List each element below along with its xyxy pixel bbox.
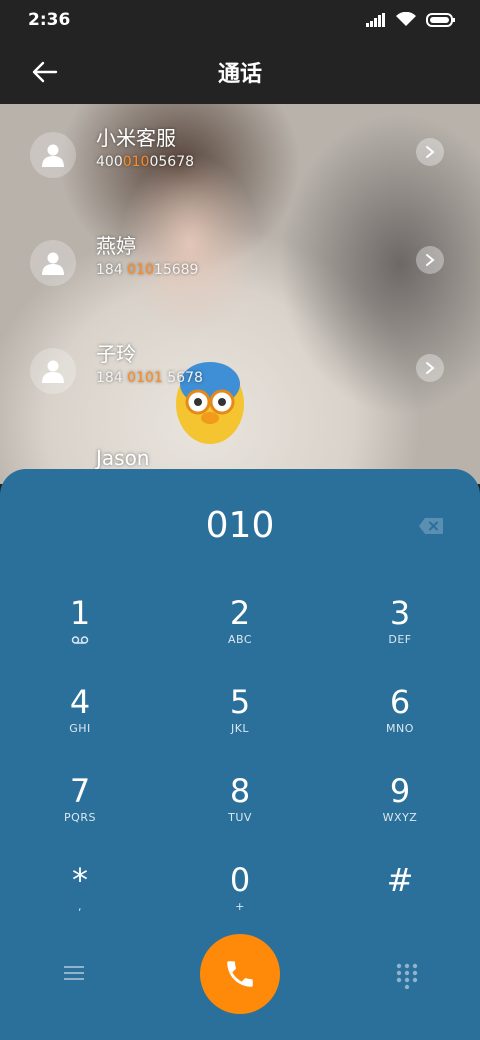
contact-avatar xyxy=(30,348,76,394)
number-match-highlight: 010 xyxy=(127,262,154,278)
chevron-right-icon xyxy=(426,254,435,266)
contact-number: 40001005678 xyxy=(96,154,195,170)
wifi-icon xyxy=(396,12,416,26)
contact-list-item[interactable]: 燕婷 184 01015689 xyxy=(0,222,480,302)
status-icons xyxy=(366,12,456,27)
dialed-number-display: 010 xyxy=(205,505,275,546)
voicemail-icon xyxy=(71,636,89,644)
dial-key-4[interactable]: 4 GHI xyxy=(20,682,140,762)
contact-name: Jason xyxy=(96,446,150,470)
dial-key-hash[interactable]: # xyxy=(340,860,460,940)
dial-key-2[interactable]: 2 ABC xyxy=(180,593,300,673)
backspace-icon[interactable] xyxy=(418,517,444,535)
dial-key-3[interactable]: 3 DEF xyxy=(340,593,460,673)
contact-list-item[interactable]: 子玲 184 0101 5678 xyxy=(0,330,480,410)
contact-name: 小米客服 xyxy=(96,126,176,150)
status-bar: 2:36 xyxy=(0,0,480,40)
dial-key-1[interactable]: 1 xyxy=(20,593,140,673)
contact-avatar xyxy=(30,240,76,286)
dialpad-panel: 010 1 2 ABC 3 DEF 4 GHI 5 JKL 6 MNO 7 PQRS 8 TU… xyxy=(0,469,480,1040)
contact-avatar xyxy=(30,132,76,178)
contact-name: 子玲 xyxy=(96,342,136,366)
call-button[interactable] xyxy=(200,934,280,1014)
dial-key-0[interactable]: 0 + xyxy=(180,860,300,940)
menu-icon[interactable] xyxy=(62,963,86,983)
app-bar: 通话 xyxy=(0,40,480,104)
dial-key-7[interactable]: 7 PQRS xyxy=(20,771,140,851)
dialpad-icon[interactable] xyxy=(396,963,418,989)
phone-icon xyxy=(227,961,253,987)
signal-icon xyxy=(366,12,385,27)
dial-key-6[interactable]: 6 MNO xyxy=(340,682,460,762)
contact-list-item[interactable]: 小米客服 40001005678 xyxy=(0,114,480,194)
dial-key-9[interactable]: 9 WXYZ xyxy=(340,771,460,851)
contact-number: 184 0101 5678 xyxy=(96,370,203,386)
person-icon xyxy=(42,144,64,167)
dial-key-8[interactable]: 8 TUV xyxy=(180,771,300,851)
contact-detail-button[interactable] xyxy=(416,246,444,274)
dial-key-5[interactable]: 5 JKL xyxy=(180,682,300,762)
number-match-highlight: 0101 xyxy=(127,370,163,386)
chevron-right-icon xyxy=(426,362,435,374)
contact-detail-button[interactable] xyxy=(416,354,444,382)
chevron-right-icon xyxy=(426,146,435,158)
battery-icon xyxy=(426,12,455,27)
contact-name: 燕婷 xyxy=(96,234,136,258)
person-icon xyxy=(42,360,64,383)
person-icon xyxy=(42,252,64,275)
contact-number: 184 01015689 xyxy=(96,262,199,278)
status-time: 2:36 xyxy=(28,10,71,30)
dial-key-star[interactable]: *, xyxy=(20,860,140,940)
page-title: 通话 xyxy=(217,62,262,87)
number-match-highlight: 010 xyxy=(122,154,150,170)
contact-detail-button[interactable] xyxy=(416,138,444,166)
